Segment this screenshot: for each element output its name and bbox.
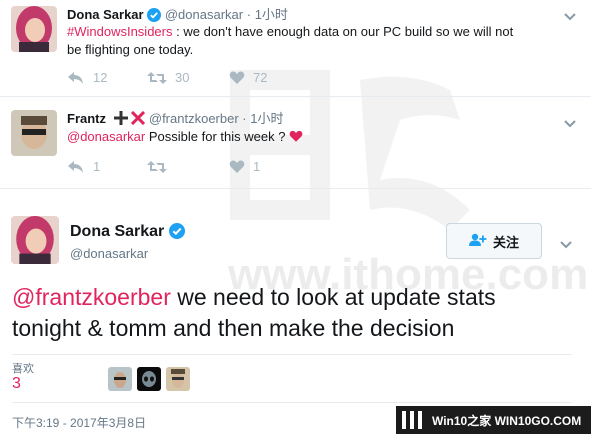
author-name[interactable]: Dona Sarkar: [67, 7, 144, 22]
cross-icon: [131, 110, 146, 128]
heart-icon: [229, 71, 245, 85]
reply-count: 12: [93, 70, 108, 85]
main-tweet-text: @frantzkoerber we need to look at update…: [12, 282, 587, 344]
reply-icon: [67, 71, 85, 85]
heart-icon: [229, 160, 245, 174]
mention-link[interactable]: @donasarkar: [67, 129, 145, 144]
main-author-handle[interactable]: @donasarkar: [70, 246, 148, 261]
likes-label: 喜欢: [12, 363, 34, 375]
separator: ·: [242, 111, 247, 126]
tweet-text-line1: : we don't have enough data on our PC bu…: [172, 24, 514, 39]
chevron-down-icon[interactable]: [564, 8, 576, 26]
retweet-icon: [147, 71, 167, 85]
chevron-down-icon[interactable]: [564, 115, 576, 133]
tweet-text-line1: we need to look at update stats: [170, 284, 496, 310]
follow-button[interactable]: 关注: [446, 223, 542, 259]
tweet-text-line2: tonight & tomm and then make the decisio…: [12, 315, 455, 341]
liker-avatar[interactable]: [137, 367, 161, 391]
author-handle[interactable]: @donasarkar: [165, 7, 243, 22]
hashtag-link[interactable]: #WindowsInsiders: [67, 24, 173, 39]
divider: [12, 354, 572, 355]
liker-avatar[interactable]: [108, 367, 132, 391]
heart-emoji-icon: [289, 130, 303, 148]
likers-list: [108, 367, 195, 391]
badge-logo-icon: [402, 411, 426, 429]
reply-count: 1: [93, 159, 101, 174]
retweet-button[interactable]: 30: [147, 70, 229, 85]
tweet-time[interactable]: 1小时: [250, 111, 283, 126]
separator: ·: [246, 7, 252, 22]
tweet-2[interactable]: Frantz @frantzkoerber · 1小时 @donasarkar …: [0, 97, 591, 187]
reply-button[interactable]: 1: [67, 159, 147, 174]
follow-label: 关注: [492, 234, 519, 250]
divider: [0, 188, 591, 189]
plus-icon: [113, 111, 128, 128]
divider: [12, 402, 572, 403]
site-badge-label: Win10之家 WIN10GO.COM: [432, 413, 582, 428]
add-user-icon: [468, 233, 487, 250]
retweet-button[interactable]: [147, 160, 229, 174]
tweet-timestamp[interactable]: 下午3:19 - 2017年3月8日: [12, 414, 146, 431]
like-button[interactable]: 1: [229, 159, 309, 174]
main-author-name[interactable]: Dona Sarkar: [70, 223, 164, 240]
mention-link[interactable]: @frantzkoerber: [12, 284, 171, 310]
reply-button[interactable]: 12: [67, 70, 147, 85]
like-count: 72: [253, 70, 268, 85]
like-button[interactable]: 72: [229, 70, 309, 85]
verified-icon: [168, 223, 185, 244]
author-name[interactable]: Frantz: [67, 111, 106, 126]
likes-count[interactable]: 3: [12, 375, 21, 393]
site-badge: Win10之家 WIN10GO.COM: [396, 406, 591, 434]
like-count: 1: [253, 159, 261, 174]
author-handle[interactable]: @frantzkoerber: [149, 111, 239, 126]
chevron-down-icon[interactable]: [560, 236, 572, 254]
reply-icon: [67, 160, 85, 174]
main-avatar[interactable]: [11, 216, 59, 264]
retweet-icon: [147, 160, 167, 174]
tweet-time[interactable]: 1小时: [255, 7, 288, 22]
tweet-1[interactable]: Dona Sarkar @donasarkar · 1小时 #WindowsIn…: [0, 0, 591, 95]
avatar[interactable]: [11, 6, 57, 52]
avatar[interactable]: [11, 110, 57, 156]
tweet-text: Possible for this week ?: [145, 129, 286, 144]
retweet-count: 30: [175, 70, 190, 85]
liker-avatar[interactable]: [166, 367, 190, 391]
tweet-text-line2: be flighting one today.: [67, 42, 194, 57]
